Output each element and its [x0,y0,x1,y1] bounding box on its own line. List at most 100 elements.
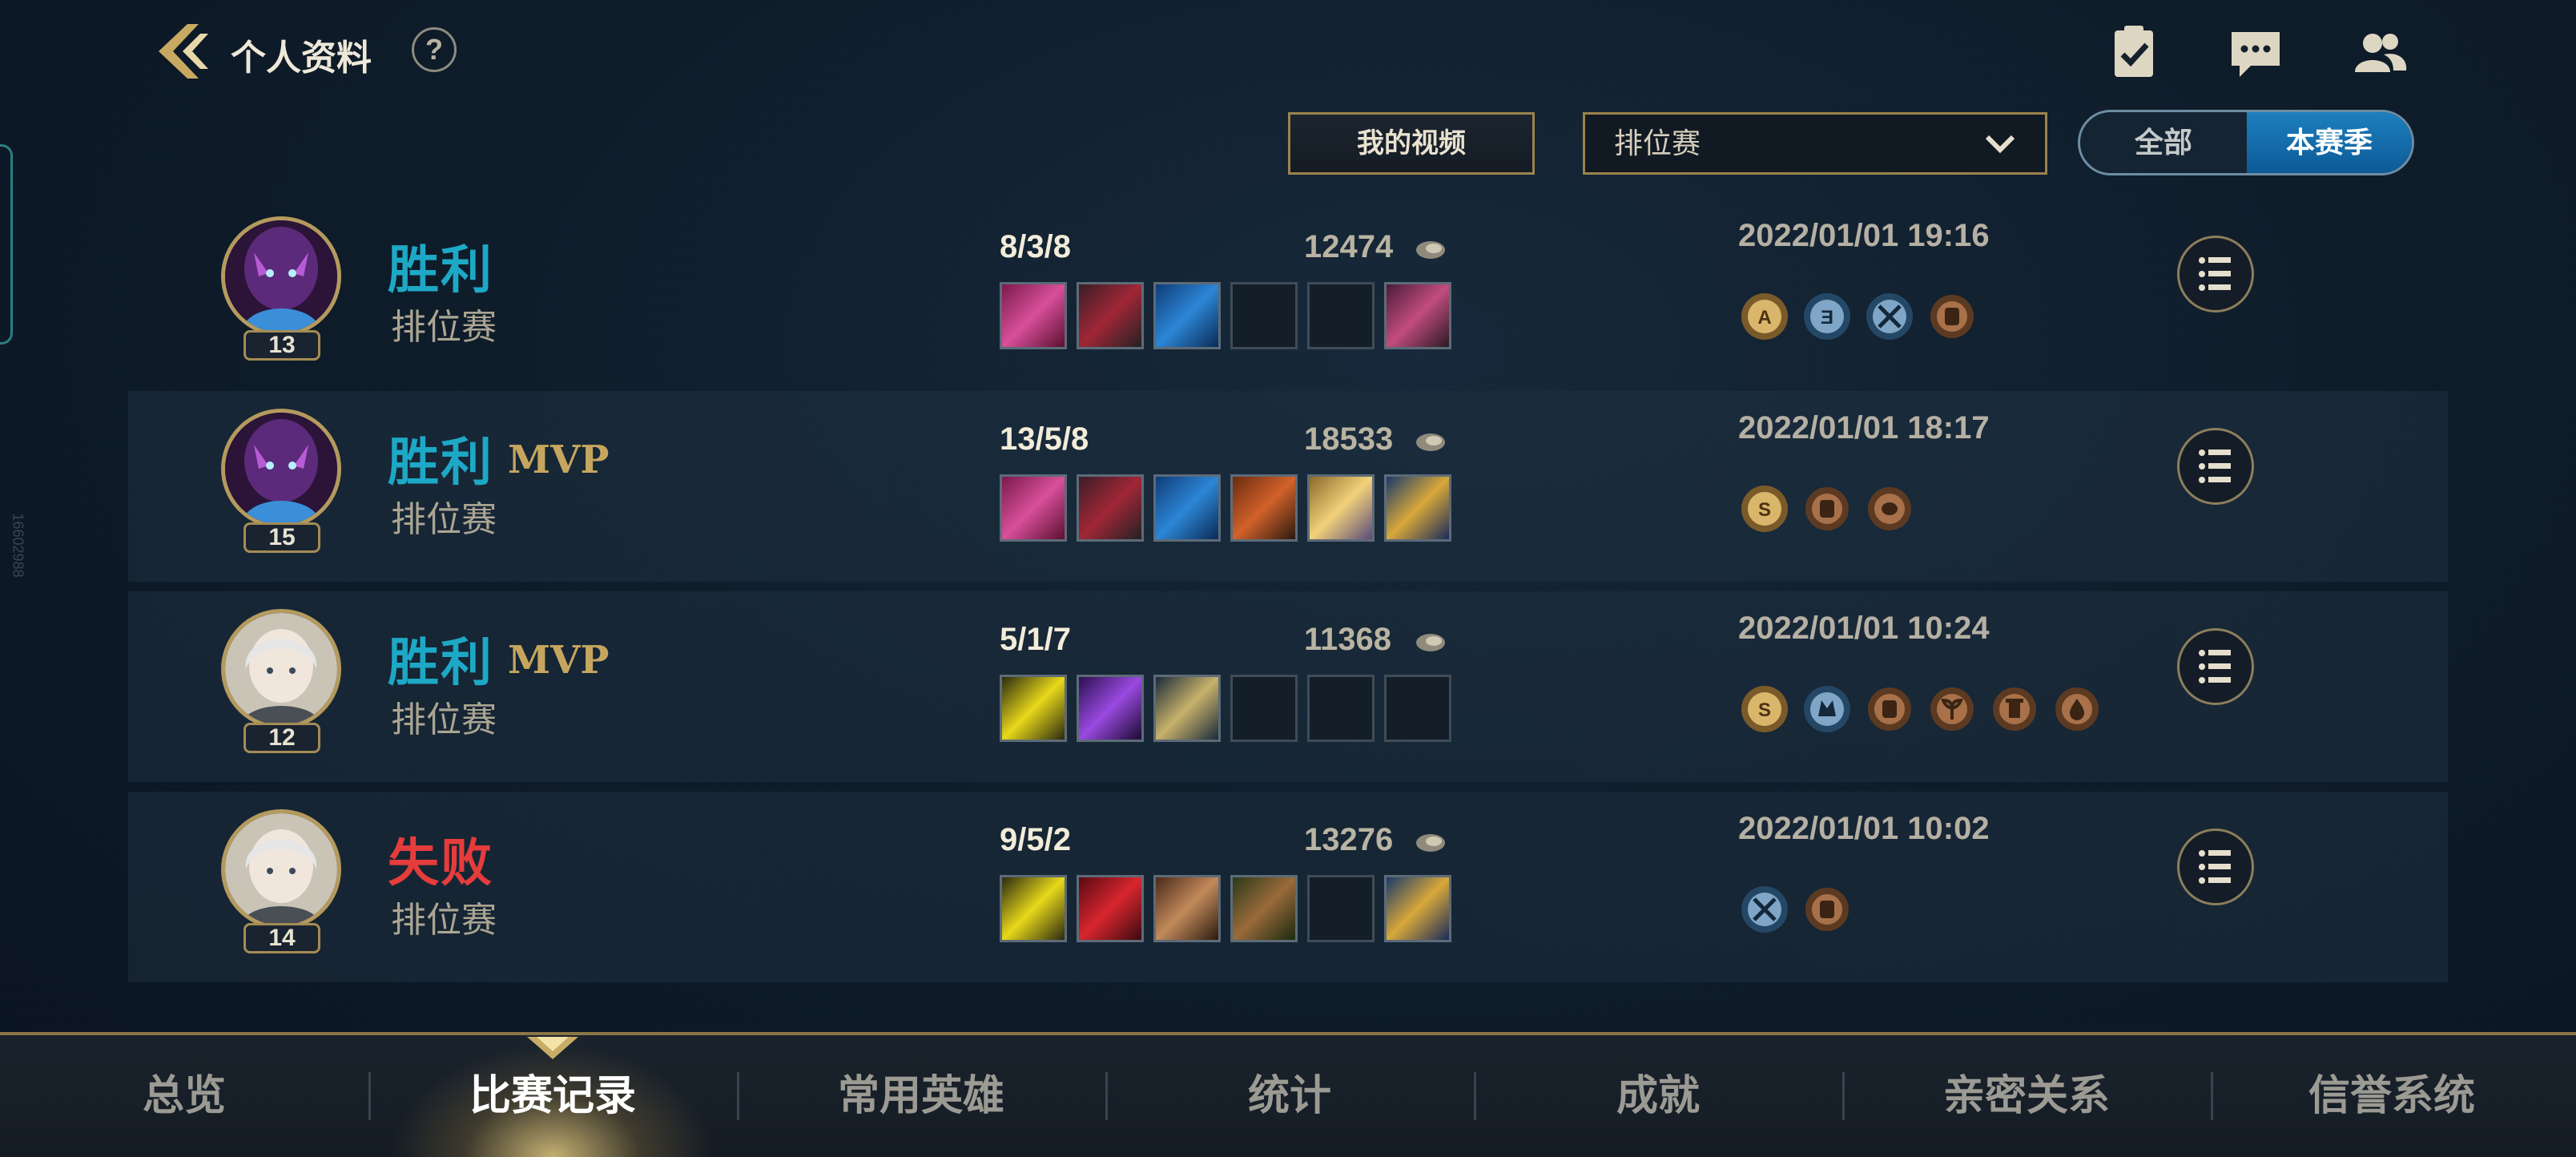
gold-coin-icon [1416,834,1445,852]
svg-text:A: A [1757,307,1771,329]
tab-match-history[interactable]: 比赛记录 [368,1035,737,1157]
gold-coin-icon [1416,634,1445,651]
tab-overview[interactable]: 总览 [0,1035,368,1157]
match-details-button[interactable] [2177,628,2254,705]
game-mode-select[interactable]: 排位赛 [1583,112,2047,175]
champion-portrait [221,216,341,337]
my-videos-button[interactable]: 我的视频 [1288,112,1535,175]
item-slot[interactable] [1153,474,1221,542]
champion-level-badge: 14 [244,923,320,953]
tab-achievements[interactable]: 成就 [1474,1035,1842,1157]
match-details-button[interactable] [2177,428,2254,505]
item-slot[interactable] [1077,282,1144,349]
tab-relationships[interactable]: 亲密关系 [1842,1035,2211,1157]
item-slot[interactable] [1077,675,1144,742]
item-slot[interactable] [1000,282,1067,349]
match-row[interactable]: 13 胜利 排位赛 8/3/8 12474 2022/01/01 19:16 A… [128,199,2448,389]
item-slot[interactable] [1077,875,1144,942]
svg-text:S: S [1758,699,1771,721]
item-slot[interactable] [1077,474,1144,542]
medal-fist-icon [1805,888,1849,931]
match-result: 胜利 [388,241,493,299]
match-mode: 排位赛 [391,700,497,740]
item-slot[interactable] [1230,875,1298,942]
kda: 8/3/8 [1000,229,1071,264]
match-row[interactable]: 14 失败 排位赛 9/5/2 13276 2022/01/01 10:02 [128,792,2448,982]
match-result: 胜利 [388,634,493,691]
champion-level-badge: 12 [244,723,320,753]
list-icon [2199,449,2231,483]
match-row[interactable]: 15 胜利 MVP 排位赛 13/5/8 18533 2022/01/01 18… [128,391,2448,582]
match-result: 失败 [388,834,493,892]
match-details-button[interactable] [2177,828,2254,905]
medal-e-icon: Ǝ [1804,293,1850,340]
help-icon[interactable]: ? [412,27,457,72]
tab-statistics[interactable]: 统计 [1105,1035,1474,1157]
item-slot[interactable] [1000,474,1067,542]
match-date: 2022/01/01 10:02 [1738,811,1990,846]
item-slot[interactable] [1153,875,1221,942]
champion-portrait [221,809,341,929]
trinket-slot[interactable] [1384,875,1451,942]
page-title: 个人资料 [231,38,372,78]
tab-honor-system[interactable]: 信誉系统 [2208,1035,2576,1157]
item-slot[interactable] [1153,675,1221,742]
medal-s-icon: S [1741,686,1788,732]
match-details-button[interactable] [2177,236,2254,312]
side-id-text: 16602988 [10,513,26,578]
list-icon [2199,257,2231,291]
item-slot[interactable] [1307,474,1375,542]
chat-icon[interactable] [2227,24,2284,82]
match-row[interactable]: 12 胜利 MVP 排位赛 5/1/7 11368 2022/01/01 10:… [128,591,2448,782]
gold-coin-icon [1416,241,1445,259]
medal-wolf-icon [1804,686,1850,732]
medal-s-icon: S [1741,486,1788,532]
trinket-slot[interactable] [1384,474,1451,542]
item-slot[interactable] [1230,474,1298,542]
toggle-current-season[interactable]: 本赛季 [2247,112,2412,173]
back-button[interactable] [152,19,213,83]
medal-fist-icon [1805,487,1849,530]
clipboard-check-icon[interactable] [2105,24,2163,82]
svg-text:Ǝ: Ǝ [1821,307,1833,329]
gold-earned: 13276 [1304,822,1394,857]
match-mode: 排位赛 [391,901,497,940]
champion-level-badge: 13 [244,330,320,361]
empty-item-slot [1307,675,1375,742]
medal-swords-icon [1741,886,1788,933]
gold-earned: 18533 [1304,421,1394,457]
empty-item-slot [1384,675,1451,742]
mvp-badge: MVP [508,638,610,683]
toggle-all[interactable]: 全部 [2080,112,2247,173]
match-mode: 排位赛 [391,500,497,539]
back-chevron-icon [159,24,208,79]
empty-item-slot [1307,875,1375,942]
gold-coin-icon [1416,433,1445,451]
svg-text:S: S [1758,499,1771,521]
champion-portrait [221,609,341,729]
gold-earned: 12474 [1304,229,1394,264]
match-date: 2022/01/01 10:24 [1738,611,1990,646]
list-icon [2199,850,2231,884]
empty-item-slot [1230,675,1298,742]
medal-tower-icon [1988,683,2041,736]
empty-item-slot [1307,282,1375,349]
tab-favorite-champions[interactable]: 常用英雄 [737,1035,1105,1157]
friends-icon[interactable] [2352,24,2409,82]
empty-item-slot [1230,282,1298,349]
item-slot[interactable] [1153,282,1221,349]
chevron-down-icon [1985,135,2015,154]
bottom-nav: 总览 比赛记录 常用英雄 统计 成就 亲密关系 信誉系统 [0,1032,2576,1157]
side-drawer-handle[interactable] [0,144,13,345]
item-slot[interactable] [1000,875,1067,942]
kda: 9/5/2 [1000,822,1071,857]
trinket-slot[interactable] [1384,282,1451,349]
medal-a-icon: A [1741,293,1788,340]
champion-level-badge: 15 [244,522,320,553]
season-toggle[interactable]: 全部 本赛季 [2078,110,2414,175]
match-result: 胜利 [388,433,493,491]
item-slot[interactable] [1000,675,1067,742]
medal-fist-icon [1868,687,1911,731]
match-date: 2022/01/01 18:17 [1738,410,1990,445]
game-mode-select-value: 排位赛 [1614,127,1701,159]
